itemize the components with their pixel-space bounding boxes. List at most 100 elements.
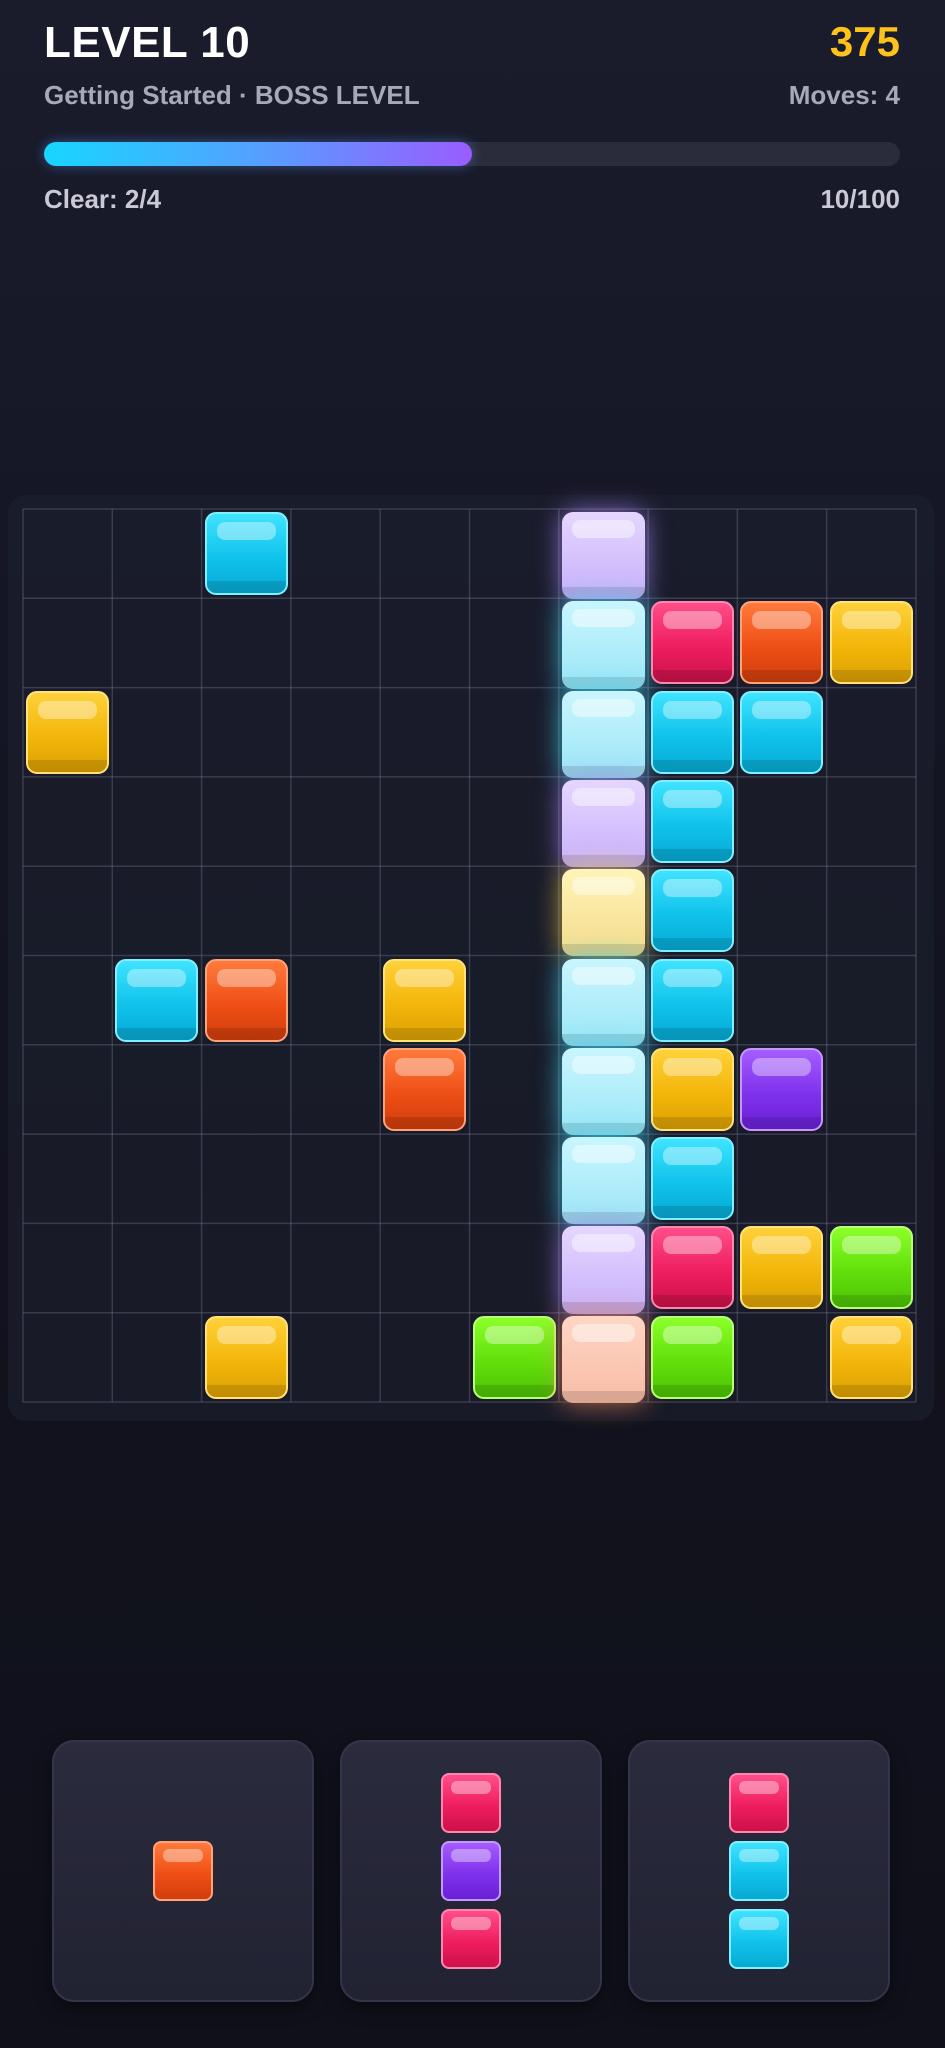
piece-slot-3[interactable] — [628, 1740, 890, 2002]
level-progress-bar — [44, 142, 900, 166]
board-cell[interactable] — [23, 509, 112, 598]
board-cell[interactable] — [291, 956, 380, 1045]
board-cell[interactable] — [112, 777, 201, 866]
purple-block — [740, 1047, 824, 1131]
orange-piece-block[interactable] — [153, 1841, 213, 1901]
moves-counter: Moves: 4 — [788, 80, 900, 110]
board-cell[interactable] — [827, 688, 916, 777]
board-cell[interactable] — [737, 866, 826, 955]
board-cell[interactable] — [470, 956, 559, 1045]
red-block — [651, 1226, 735, 1310]
highlighted-aqua-block — [561, 1047, 645, 1136]
cyan-block — [740, 690, 824, 774]
board-cell[interactable] — [380, 688, 469, 777]
board-cell[interactable] — [23, 1134, 112, 1223]
highlighted-aqua-block — [561, 1137, 645, 1225]
board-cell[interactable] — [380, 598, 469, 687]
board-cell[interactable] — [23, 1045, 112, 1134]
board-cell[interactable] — [737, 956, 826, 1045]
board-cell[interactable] — [23, 1223, 112, 1312]
red-piece-block[interactable] — [441, 1909, 501, 1969]
board-cell[interactable] — [380, 866, 469, 955]
board-cell[interactable] — [112, 866, 201, 955]
green-block — [651, 1315, 735, 1399]
board-cell[interactable] — [291, 1223, 380, 1312]
board-cell[interactable] — [380, 777, 469, 866]
board-cell[interactable] — [737, 1134, 826, 1223]
board-cell[interactable] — [380, 509, 469, 598]
board-cell[interactable] — [112, 598, 201, 687]
board-cell[interactable] — [291, 1313, 380, 1402]
board-cell[interactable] — [380, 1313, 469, 1402]
board-cell[interactable] — [470, 1223, 559, 1312]
board-cell[interactable] — [470, 866, 559, 955]
yellow-block — [26, 690, 109, 774]
board-cell[interactable] — [112, 1313, 201, 1402]
board-cell[interactable] — [470, 509, 559, 598]
board-cell[interactable] — [291, 688, 380, 777]
board-cell[interactable] — [23, 1313, 112, 1402]
orange-block — [204, 958, 288, 1042]
board-cell[interactable] — [202, 1134, 291, 1223]
board-cell[interactable] — [112, 688, 201, 777]
board-cell[interactable] — [23, 866, 112, 955]
board-cell[interactable] — [827, 777, 916, 866]
progress-count: 10/100 — [820, 184, 900, 214]
board-cell[interactable] — [827, 1134, 916, 1223]
board-cell[interactable] — [827, 509, 916, 598]
board-cell[interactable] — [470, 1134, 559, 1223]
level-subtitle: Getting Started · BOSS LEVEL — [44, 80, 420, 110]
board-cell[interactable] — [202, 598, 291, 687]
board-cell[interactable] — [648, 509, 737, 598]
board-cell[interactable] — [470, 598, 559, 687]
piece-slot-1[interactable] — [52, 1740, 314, 2002]
board-cell[interactable] — [112, 509, 201, 598]
board-cell[interactable] — [291, 598, 380, 687]
board-cell[interactable] — [202, 777, 291, 866]
board-cell[interactable] — [470, 1045, 559, 1134]
board-cell[interactable] — [23, 956, 112, 1045]
board-cell[interactable] — [827, 866, 916, 955]
board-cell[interactable] — [737, 509, 826, 598]
orange-block — [740, 601, 824, 685]
board-cell[interactable] — [23, 598, 112, 687]
board-cell[interactable] — [737, 1313, 826, 1402]
board-cell[interactable] — [380, 1134, 469, 1223]
board-cell[interactable] — [291, 1134, 380, 1223]
piece-slot-2[interactable] — [340, 1740, 602, 2002]
hud-header: LEVEL 10 375 Getting Started · BOSS LEVE… — [0, 0, 945, 230]
red-piece-block[interactable] — [729, 1773, 789, 1833]
board-cell[interactable] — [291, 1045, 380, 1134]
board-cell[interactable] — [291, 866, 380, 955]
board-cell[interactable] — [291, 777, 380, 866]
board-cell[interactable] — [470, 777, 559, 866]
board-cell[interactable] — [291, 509, 380, 598]
board-cell[interactable] — [23, 777, 112, 866]
board-cell[interactable] — [202, 866, 291, 955]
cyan-block — [651, 779, 735, 863]
board-cell[interactable] — [470, 688, 559, 777]
board-cell[interactable] — [202, 688, 291, 777]
cyan-block — [204, 512, 288, 595]
highlighted-aqua-block — [561, 601, 645, 689]
board-cell[interactable] — [380, 1223, 469, 1312]
board-cell[interactable] — [827, 1045, 916, 1134]
board-cell[interactable] — [202, 1045, 291, 1134]
board-cell[interactable] — [112, 1223, 201, 1312]
green-block — [472, 1315, 556, 1399]
board-cell[interactable] — [112, 1045, 201, 1134]
board-cell[interactable] — [112, 1134, 201, 1223]
highlighted-lavender-block — [561, 1226, 645, 1314]
cyan-block — [651, 690, 735, 774]
board-cell[interactable] — [827, 956, 916, 1045]
cyan-block — [651, 1137, 735, 1221]
red-block — [651, 601, 735, 685]
red-piece-block[interactable] — [441, 1773, 501, 1833]
board-cell[interactable] — [737, 777, 826, 866]
cyan-piece-block[interactable] — [729, 1909, 789, 1969]
orange-block — [383, 1047, 467, 1131]
cyan-piece-block[interactable] — [729, 1841, 789, 1901]
yellow-block — [383, 958, 467, 1042]
purple-piece-block[interactable] — [441, 1841, 501, 1901]
board-cell[interactable] — [202, 1223, 291, 1312]
